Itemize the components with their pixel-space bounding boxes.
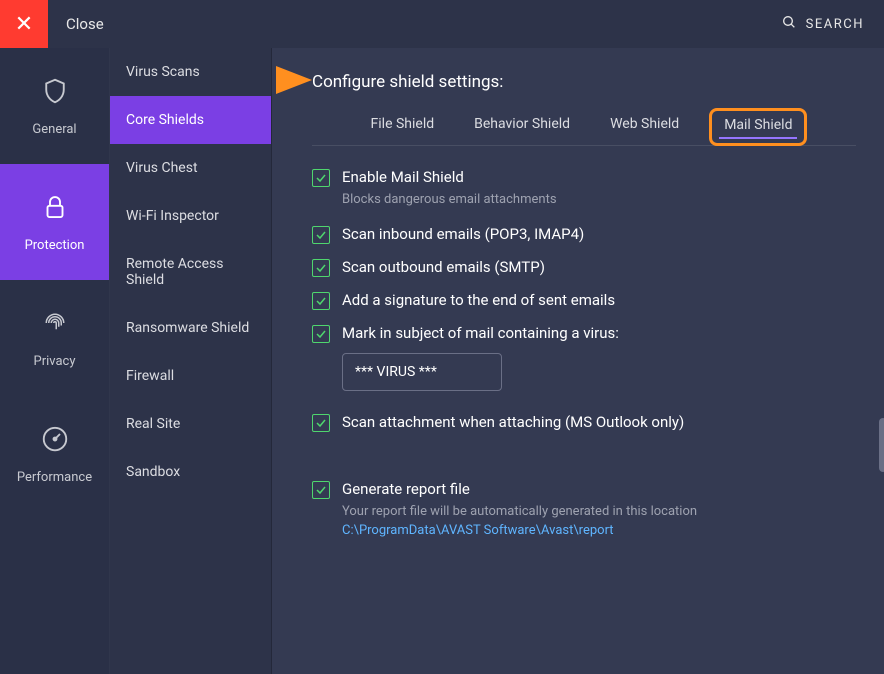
- option-label: Scan inbound emails (POP3, IMAP4): [342, 225, 584, 243]
- sidebar-item-wifi-inspector[interactable]: Wi-Fi Inspector: [110, 192, 271, 240]
- page-title: Configure shield settings:: [312, 72, 856, 92]
- tab-mail-shield[interactable]: Mail Shield: [709, 108, 807, 146]
- option-label: Mark in subject of mail containing a vir…: [342, 324, 619, 342]
- sidebar-item-remote-access-shield[interactable]: Remote Access Shield: [110, 240, 271, 304]
- search-button[interactable]: SEARCH: [781, 14, 864, 34]
- option-scan-attachment: Scan attachment when attaching (MS Outlo…: [312, 413, 856, 432]
- close-button[interactable]: ✕: [0, 0, 48, 48]
- content-panel: Configure shield settings: File Shield B…: [272, 48, 884, 674]
- gauge-icon: [40, 424, 70, 458]
- tab-web-shield[interactable]: Web Shield: [600, 108, 689, 145]
- checkbox-subject[interactable]: [312, 325, 330, 343]
- close-icon: ✕: [15, 12, 33, 37]
- main-area: General Protection Privacy Performance V…: [0, 48, 884, 674]
- option-add-signature: Add a signature to the end of sent email…: [312, 291, 856, 310]
- sidebar-item-virus-chest[interactable]: Virus Chest: [110, 144, 271, 192]
- checkbox-report[interactable]: [312, 481, 330, 499]
- header: ✕ Close SEARCH: [0, 0, 884, 48]
- report-path-link[interactable]: C:\ProgramData\AVAST Software\Avast\repo…: [342, 523, 856, 538]
- checkbox-attachment[interactable]: [312, 414, 330, 432]
- checkbox-outbound[interactable]: [312, 259, 330, 277]
- option-label: Scan attachment when attaching (MS Outlo…: [342, 413, 684, 431]
- sidebar-item-sandbox[interactable]: Sandbox: [110, 448, 271, 496]
- checkbox-inbound[interactable]: [312, 226, 330, 244]
- option-sub: Your report file will be automatically g…: [342, 504, 856, 519]
- sidebar-item-ransomware-shield[interactable]: Ransomware Shield: [110, 304, 271, 352]
- checkbox-signature[interactable]: [312, 292, 330, 310]
- fingerprint-icon: [40, 308, 70, 342]
- sidebar-primary: General Protection Privacy Performance: [0, 48, 110, 674]
- close-label: Close: [66, 15, 104, 33]
- sidebar-item-label: General: [32, 122, 76, 137]
- callout-arrow-icon: [276, 66, 312, 98]
- option-scan-outbound: Scan outbound emails (SMTP): [312, 258, 856, 277]
- tab-behavior-shield[interactable]: Behavior Shield: [464, 108, 580, 145]
- sidebar-item-performance[interactable]: Performance: [0, 396, 109, 512]
- sidebar-item-virus-scans[interactable]: Virus Scans: [110, 48, 271, 96]
- sidebar-item-core-shields[interactable]: Core Shields: [110, 96, 271, 144]
- scrollbar-thumb[interactable]: [879, 418, 884, 472]
- sidebar-item-firewall[interactable]: Firewall: [110, 352, 271, 400]
- header-left: ✕ Close: [0, 0, 104, 48]
- option-label: Scan outbound emails (SMTP): [342, 258, 545, 276]
- search-label: SEARCH: [806, 17, 864, 32]
- lock-icon: [40, 192, 70, 226]
- virus-subject-input[interactable]: [342, 353, 502, 391]
- sidebar-item-label: Privacy: [34, 354, 76, 369]
- option-scan-inbound: Scan inbound emails (POP3, IMAP4): [312, 225, 856, 244]
- shield-tabs: File Shield Behavior Shield Web Shield M…: [312, 108, 856, 146]
- option-generate-report: Generate report file Your report file wi…: [312, 480, 856, 538]
- sidebar-item-protection[interactable]: Protection: [0, 164, 109, 280]
- shield-icon: [40, 76, 70, 110]
- sidebar-item-privacy[interactable]: Privacy: [0, 280, 109, 396]
- checkbox-enable[interactable]: [312, 169, 330, 187]
- sidebar-secondary: Virus Scans Core Shields Virus Chest Wi-…: [110, 48, 272, 674]
- option-label: Generate report file: [342, 480, 856, 498]
- sidebar-item-general[interactable]: General: [0, 48, 109, 164]
- option-sub: Blocks dangerous email attachments: [342, 192, 856, 207]
- option-enable-mail-shield: Enable Mail Shield Blocks dangerous emai…: [312, 168, 856, 207]
- sidebar-item-label: Performance: [17, 470, 92, 485]
- option-label: Add a signature to the end of sent email…: [342, 291, 615, 309]
- sidebar-item-real-site[interactable]: Real Site: [110, 400, 271, 448]
- tab-file-shield[interactable]: File Shield: [361, 108, 445, 145]
- option-mark-subject: Mark in subject of mail containing a vir…: [312, 324, 856, 343]
- search-icon: [781, 14, 797, 34]
- sidebar-item-label: Protection: [25, 238, 85, 253]
- option-label: Enable Mail Shield: [342, 168, 856, 186]
